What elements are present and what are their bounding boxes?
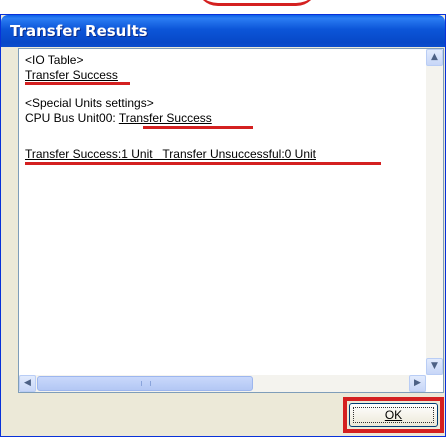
horizontal-scroll-thumb[interactable] bbox=[37, 376, 253, 391]
ok-button-label: OK bbox=[384, 408, 403, 422]
ok-button[interactable]: OK bbox=[349, 403, 438, 427]
annotation-underline bbox=[25, 162, 381, 165]
annotation-arc bbox=[196, 0, 318, 6]
window-title: Transfer Results bbox=[10, 22, 148, 40]
cpu-bus-status: Transfer Success bbox=[118, 111, 212, 125]
transfer-summary: Transfer Success:1 Unit Transfer Unsucce… bbox=[25, 147, 316, 161]
io-table-status: Transfer Success bbox=[25, 68, 118, 82]
scroll-grip-icon bbox=[141, 381, 151, 386]
scroll-up-icon[interactable]: ▲ bbox=[426, 49, 443, 66]
results-panel[interactable]: <IO Table> Transfer Success <Special Uni… bbox=[18, 48, 444, 393]
annotation-underline bbox=[25, 82, 130, 85]
scroll-down-icon[interactable]: ▼ bbox=[426, 358, 443, 375]
cpu-bus-row: CPU Bus Unit00: Transfer Success bbox=[25, 111, 212, 125]
scroll-left-icon[interactable]: ◀ bbox=[19, 375, 36, 392]
special-units-header: <Special Units settings> bbox=[25, 96, 154, 110]
cpu-bus-label: CPU Bus Unit00: bbox=[25, 111, 116, 125]
horizontal-scrollbar[interactable]: ◀ ▶ bbox=[19, 375, 426, 392]
vertical-scrollbar[interactable]: ▲ ▼ bbox=[426, 49, 443, 375]
io-table-header: <IO Table> bbox=[25, 53, 84, 67]
title-bar[interactable]: Transfer Results bbox=[1, 15, 445, 47]
scroll-right-icon[interactable]: ▶ bbox=[409, 375, 426, 392]
results-text-area[interactable]: <IO Table> Transfer Success <Special Uni… bbox=[25, 53, 423, 372]
annotation-underline bbox=[143, 126, 253, 129]
